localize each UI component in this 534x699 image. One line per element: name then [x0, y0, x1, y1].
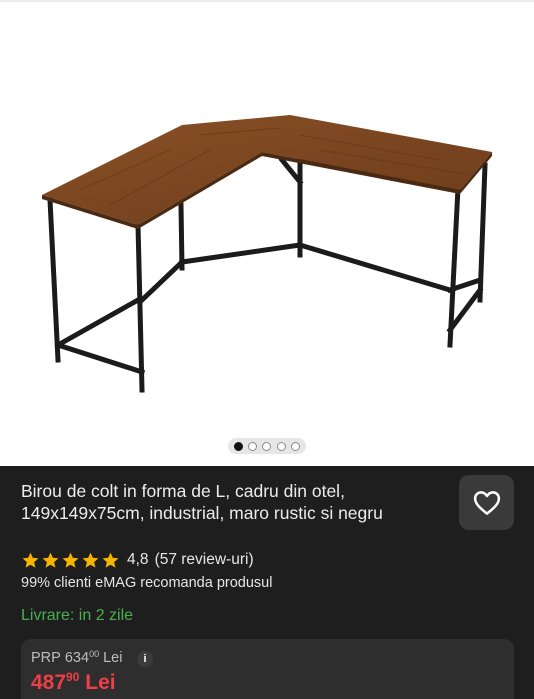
rating-row[interactable]: 4,8 (57 review-uri) — [21, 549, 254, 571]
heart-outline-icon — [473, 490, 500, 515]
prp-label: PRP — [31, 650, 61, 666]
star-icon — [42, 552, 59, 568]
star-icon — [62, 552, 79, 568]
pagination-dot[interactable] — [276, 441, 286, 451]
price-box: PRP 634 00 Lei i 487 90 Lei — [21, 639, 514, 699]
delivery-info: Livrare: in 2 zile — [21, 607, 134, 624]
product-title: Birou de colt in forma de L, cadru din o… — [21, 481, 383, 523]
star-icon — [102, 552, 119, 568]
rating-value: 4,8 — [127, 551, 149, 568]
gallery-pagination[interactable] — [228, 438, 306, 454]
current-price: 487 90 Lei — [31, 670, 116, 695]
top-divider — [0, 0, 534, 2]
product-image[interactable] — [0, 90, 534, 400]
price-currency: Lei — [85, 671, 116, 694]
pagination-dot[interactable] — [248, 441, 258, 451]
pagination-dot[interactable] — [262, 441, 272, 451]
prp-price: PRP 634 00 Lei — [31, 649, 123, 666]
reviews-link[interactable]: (57 review-uri) — [155, 551, 254, 569]
star-icon — [82, 552, 99, 568]
prp-int: 634 — [64, 650, 90, 666]
star-rating — [21, 551, 120, 570]
product-gallery[interactable] — [0, 0, 534, 466]
info-icon[interactable]: i — [137, 651, 153, 667]
prp-currency: Lei — [103, 650, 123, 666]
favorite-button[interactable] — [459, 475, 514, 530]
star-icon — [22, 552, 39, 568]
recommend-text: 99% clienti eMAG recomanda produsul — [21, 575, 273, 591]
pagination-dot[interactable] — [233, 441, 243, 451]
prp-dec: 00 — [89, 649, 100, 659]
price-dec: 90 — [66, 670, 80, 684]
pagination-dot[interactable] — [291, 441, 301, 451]
price-int: 487 — [31, 671, 67, 694]
